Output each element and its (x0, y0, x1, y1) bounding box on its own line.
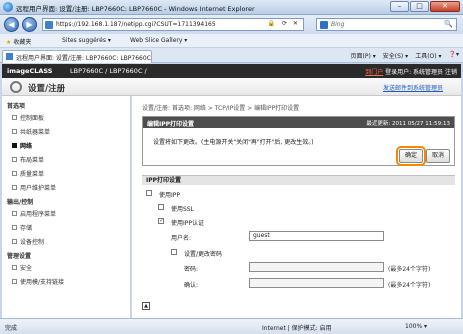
page-favicon-icon (45, 21, 53, 29)
favorites-item-web-slice-gallery[interactable]: Web Slice Gallery ▾ (130, 37, 187, 44)
sidebar-item-feeder-menu[interactable]: 共纸器菜单 (11, 127, 50, 136)
sidebar-item-support-links[interactable]: 使用模/支持链接 (11, 277, 64, 286)
sidebar-item-storage[interactable]: 存储 (11, 223, 32, 232)
header-links: 到门户 登录用户: 系统管理员 注销 (365, 67, 457, 76)
favorites-bar: ★ 收藏夹 Sites suggérés ▾ Web Slice Gallery… (0, 34, 463, 48)
search-input[interactable]: Bing (331, 21, 344, 28)
search-box[interactable]: Bing 🔍 (316, 18, 457, 31)
username-field[interactable]: guest (249, 231, 384, 241)
sidebar-item-quality-menu[interactable]: 质量菜单 (11, 169, 44, 178)
safety-menu[interactable]: 安全(S) ▾ (383, 51, 408, 60)
panel-title: 编辑IPP打印设置 (147, 121, 195, 128)
confirm-panel: 编辑IPP打印设置 最近更新: 2011 05/27 11:59:13 设置将如… (142, 116, 455, 166)
bing-logo-icon (320, 21, 328, 29)
address-bar[interactable]: https://192.168.1.187/netipp.cgi?CSUT=17… (42, 18, 304, 31)
tab-label: 远程用户界面: 设置/注册: LBP7660C: LBP7660C (16, 55, 151, 62)
stop-icon[interactable]: ✕ (293, 20, 298, 27)
window-title: 远程用户界面: 设置/注册: LBP7660C: LBP7660C - Wind… (16, 5, 255, 13)
forward-button[interactable]: ▶ (22, 17, 37, 32)
use-ipp-auth-label: 使用IPP认证 (171, 220, 205, 227)
last-update-text: 最近更新: 2011 05/27 11:59:13 (366, 121, 450, 127)
login-user-text: 登录用户: 系统管理员 (385, 69, 444, 76)
password-field[interactable] (249, 262, 384, 272)
set-password-label: 设置/更改密码 (184, 251, 223, 258)
sidebar-group-management: 管理设置 (7, 253, 32, 260)
panel-header: 编辑IPP打印设置 最近更新: 2011 05/27 11:59:13 (143, 117, 454, 128)
sidebar-item-security[interactable]: 安全 (11, 263, 32, 272)
page-top-icon[interactable]: ▲ (142, 302, 150, 310)
printer-ui-header: imageCLASS LBP7660C / LBP7660C / 到门户 登录用… (2, 64, 461, 78)
address-url[interactable]: https://192.168.1.187/netipp.cgi?CSUT=17… (56, 21, 216, 28)
page-menu[interactable]: 页面(P) ▾ (351, 51, 376, 60)
refresh-icon[interactable]: ⟳ (282, 20, 287, 27)
security-zone: Internet | 保护模式: 启用 (262, 325, 332, 332)
use-ipp-label: 使用IPP (159, 192, 181, 199)
sidebar-item-control-panel[interactable]: 控制面板 (11, 113, 44, 122)
page-title: 设置/注册 (28, 84, 66, 94)
brand-name: imageCLASS (7, 67, 53, 75)
status-bar: 完成 Internet | 保护模式: 启用 100% ▾ (0, 318, 463, 334)
browser-tab[interactable]: 远程用户界面: 设置/注册: LBP7660C: LBP7660C (2, 50, 152, 63)
favorites-button[interactable]: ★ 收藏夹 (6, 37, 31, 46)
portal-link[interactable]: 到门户 (365, 69, 383, 76)
tab-favicon-icon (6, 53, 13, 60)
settings-title-bar: 设置/注册 发送邮件到系统管理员 (2, 78, 461, 96)
breadcrumb: 设置/注册: 首选项: 网络 > TCP/IP设置 > 编辑IPP打印设置 (142, 105, 300, 112)
lock-icon[interactable]: 🔒 (268, 20, 275, 27)
logout-link[interactable]: 注销 (445, 69, 457, 76)
password-label: 密码: (184, 266, 199, 273)
use-ssl-checkbox[interactable] (158, 204, 164, 210)
printer-model: LBP7660C / LBP7660C / (70, 67, 147, 75)
maximize-button[interactable]: □ (410, 1, 429, 12)
confirm-label: 确认: (184, 282, 199, 289)
address-row: ◀ ▶ https://192.168.1.187/netipp.cgi?CSU… (0, 15, 463, 34)
use-ssl-label: 使用SSL (171, 206, 194, 213)
sidebar-item-layout-menu[interactable]: 布局菜单 (11, 155, 44, 164)
sidebar-group-output-control: 输出/控制 (7, 199, 34, 206)
main-content: 设置/注册: 首选项: 网络 > TCP/IP设置 > 编辑IPP打印设置 编辑… (132, 96, 461, 318)
sidebar-item-user-maintenance[interactable]: 用户维护菜单 (11, 183, 56, 192)
window-titlebar: 远程用户界面: 设置/注册: LBP7660C: LBP7660C - Wind… (0, 0, 463, 15)
sidebar-item-network[interactable]: 网络 (11, 141, 32, 150)
command-bar: 页面(P) ▾ 安全(S) ▾ 工具(O) ▾ ❓▾ (351, 51, 459, 60)
sidebar-item-app-menu[interactable]: 启用程序菜单 (11, 209, 56, 218)
sidebar-group-preferences: 首选项 (7, 103, 26, 110)
mail-admin-link[interactable]: 发送邮件到系统管理员 (383, 83, 443, 92)
ok-button[interactable]: 确定 (396, 146, 426, 166)
password-max-note: (最多24个字符) (388, 266, 431, 273)
gear-icon (10, 81, 22, 93)
set-password-checkbox[interactable] (171, 249, 177, 255)
sidebar: 首选项 控制面板 共纸器菜单 网络 布局菜单 质量菜单 用户维护菜单 输出/控制… (2, 96, 131, 318)
confirm-password-field[interactable] (249, 278, 384, 288)
ipp-section-header: IPP打印设置 (142, 175, 455, 185)
back-button[interactable]: ◀ (4, 17, 19, 32)
cancel-button[interactable]: 取消 (426, 149, 450, 163)
favorites-item-suggested-sites[interactable]: Sites suggérés ▾ (62, 37, 111, 44)
username-label: 用户名: (171, 235, 192, 242)
minimize-button[interactable]: – (390, 1, 409, 12)
search-icon[interactable]: 🔍 (444, 20, 453, 28)
zoom-control[interactable]: 100% ▾ (405, 323, 427, 330)
confirm-max-note: (最多24个字符) (388, 282, 431, 289)
ie-logo-icon (3, 2, 13, 12)
close-window-button[interactable]: ✕ (430, 1, 460, 12)
status-text: 完成 (5, 325, 18, 332)
tools-menu[interactable]: 工具(O) ▾ (415, 51, 441, 60)
use-ipp-checkbox[interactable] (146, 190, 152, 196)
tab-row: 远程用户界面: 设置/注册: LBP7660C: LBP7660C 页面(P) … (0, 48, 463, 63)
change-message: 设置将如下更改。(主电源开关"关闭"再"打开"后, 更改生效。) (153, 139, 314, 146)
star-icon: ★ (6, 39, 12, 46)
use-ipp-auth-checkbox[interactable]: ✓ (158, 218, 164, 224)
sidebar-item-device-control[interactable]: 设备控制 (11, 237, 44, 246)
help-menu[interactable]: ❓▾ (449, 51, 459, 60)
